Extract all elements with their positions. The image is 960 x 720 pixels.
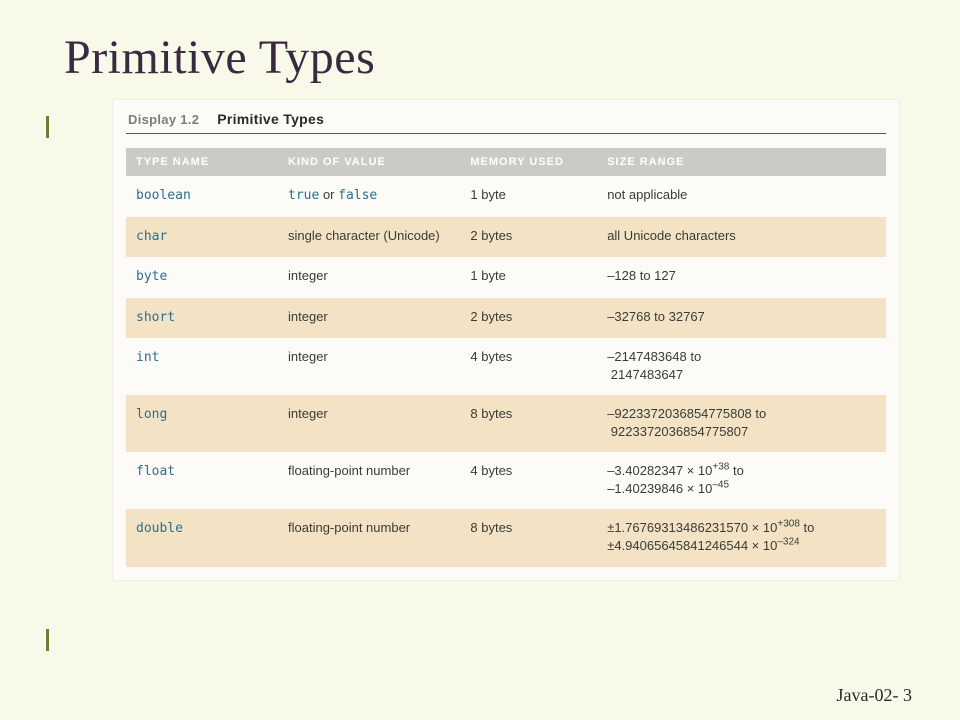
accent-bar-bottom	[46, 629, 49, 651]
display-title: Primitive Types	[217, 111, 324, 127]
cell-type-name: float	[126, 452, 278, 509]
cell-range: –9223372036854775808 to 9223372036854775…	[597, 395, 886, 452]
cell-type-name: long	[126, 395, 278, 452]
type-keyword: float	[136, 464, 175, 479]
col-header-type: TYPE NAME	[126, 148, 278, 176]
display-heading: Display 1.2 Primitive Types	[126, 109, 886, 134]
table-row: long integer8 bytes–9223372036854775808 t…	[126, 395, 886, 452]
primitive-types-table: TYPE NAME KIND OF VALUE MEMORY USED SIZE…	[126, 148, 886, 567]
cell-kind: integer	[278, 395, 460, 452]
cell-range: –3.40282347 × 10+38 to–1.40239846 × 10–4…	[597, 452, 886, 509]
col-header-mem: MEMORY USED	[460, 148, 597, 176]
cell-type-name: double	[126, 509, 278, 566]
table-row: double floating-point number8 bytes±1.767…	[126, 509, 886, 566]
cell-memory: 1 byte	[460, 176, 597, 217]
cell-type-name: int	[126, 338, 278, 395]
type-keyword: short	[136, 310, 175, 325]
cell-memory: 1 byte	[460, 257, 597, 298]
cell-type-name: boolean	[126, 176, 278, 217]
cell-range: –128 to 127	[597, 257, 886, 298]
cell-kind: true or false	[278, 176, 460, 217]
type-keyword: boolean	[136, 188, 191, 203]
accent-bar-top	[46, 116, 49, 138]
type-keyword: char	[136, 229, 167, 244]
table-row: short integer2 bytes–32768 to 32767	[126, 298, 886, 339]
slide: Primitive Types Display 1.2 Primitive Ty…	[0, 0, 960, 720]
cell-kind: integer	[278, 298, 460, 339]
cell-kind: single character (Unicode)	[278, 217, 460, 258]
cell-type-name: short	[126, 298, 278, 339]
cell-memory: 4 bytes	[460, 452, 597, 509]
cell-range: ±1.76769313486231570 × 10+308 to±4.94065…	[597, 509, 886, 566]
table-panel: Display 1.2 Primitive Types TYPE NAME KI…	[112, 99, 900, 581]
slide-footer: Java-02- 3	[837, 685, 912, 706]
cell-kind: integer	[278, 257, 460, 298]
col-header-range: SIZE RANGE	[597, 148, 886, 176]
type-keyword: int	[136, 350, 159, 365]
cell-memory: 8 bytes	[460, 395, 597, 452]
display-label: Display 1.2	[128, 112, 199, 127]
table-row: float floating-point number4 bytes–3.4028…	[126, 452, 886, 509]
table-row: char single character (Unicode)2 bytesall…	[126, 217, 886, 258]
cell-memory: 2 bytes	[460, 298, 597, 339]
table-header-row: TYPE NAME KIND OF VALUE MEMORY USED SIZE…	[126, 148, 886, 176]
cell-kind: integer	[278, 338, 460, 395]
cell-type-name: char	[126, 217, 278, 258]
cell-type-name: byte	[126, 257, 278, 298]
type-keyword: byte	[136, 269, 167, 284]
cell-range: –32768 to 32767	[597, 298, 886, 339]
cell-range: all Unicode characters	[597, 217, 886, 258]
table-row: byte integer1 byte–128 to 127	[126, 257, 886, 298]
cell-memory: 4 bytes	[460, 338, 597, 395]
cell-kind: floating-point number	[278, 452, 460, 509]
cell-memory: 2 bytes	[460, 217, 597, 258]
type-keyword: long	[136, 407, 167, 422]
col-header-kind: KIND OF VALUE	[278, 148, 460, 176]
cell-kind: floating-point number	[278, 509, 460, 566]
table-row: boolean true or false1 bytenot applicable	[126, 176, 886, 217]
type-keyword: double	[136, 521, 183, 536]
cell-memory: 8 bytes	[460, 509, 597, 566]
page-title: Primitive Types	[64, 30, 920, 85]
table-row: int integer4 bytes–2147483648 to 21474836…	[126, 338, 886, 395]
cell-range: –2147483648 to 2147483647	[597, 338, 886, 395]
cell-range: not applicable	[597, 176, 886, 217]
